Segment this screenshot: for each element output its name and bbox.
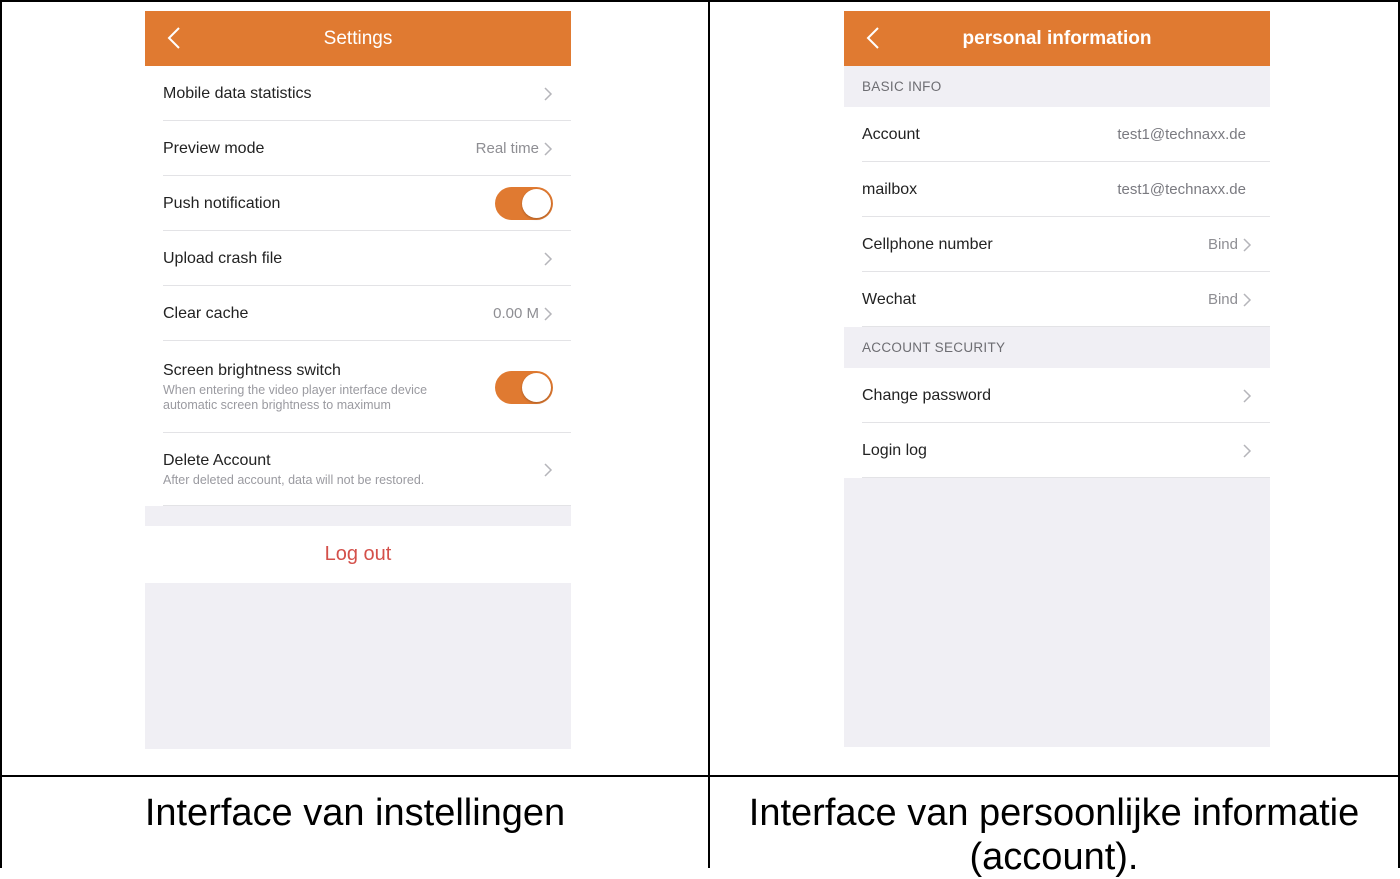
section-header-basic-info: BASIC INFO — [844, 66, 1270, 107]
table-cell-caption-right: Interface van persoonlijke informatie (a… — [708, 775, 1400, 878]
caption-left: Interface van instellingen — [144, 792, 566, 834]
row-label: Cellphone number — [862, 235, 993, 253]
row-label: Screen brightness switch — [163, 361, 341, 379]
row-value: Bind — [1207, 291, 1238, 308]
info-row-mailbox: mailbox test1@technaxx.de — [844, 162, 1270, 217]
basic-info-list: Account test1@technaxx.de mailbox test1@… — [844, 107, 1270, 327]
settings-row-preview-mode[interactable]: Preview mode Real time — [145, 121, 571, 176]
row-label: Push notification — [163, 194, 281, 212]
chevron-right-icon — [544, 141, 553, 156]
caption-right: Interface van persoonlijke informatie (a… — [748, 792, 1360, 878]
security-list: Change password Login log — [844, 368, 1270, 478]
row-label: Wechat — [862, 290, 916, 308]
row-label: Clear cache — [163, 304, 249, 322]
row-value: Bind — [1207, 236, 1238, 253]
personal-navbar: personal information — [844, 11, 1270, 66]
chevron-left-icon — [167, 27, 180, 49]
settings-row-upload-crash[interactable]: Upload crash file — [145, 231, 571, 286]
row-value: test1@technaxx.de — [1117, 181, 1246, 198]
settings-row-clear-cache[interactable]: Clear cache 0.00 M — [145, 286, 571, 341]
info-row-cellphone[interactable]: Cellphone number Bind — [844, 217, 1270, 272]
row-label: Delete Account — [163, 451, 271, 469]
chevron-right-icon — [544, 86, 553, 101]
row-label: mailbox — [862, 180, 918, 198]
row-value: 0.00 M — [493, 305, 539, 322]
row-label: Account — [862, 125, 920, 143]
settings-screen: Settings Mobile data statistics Preview … — [145, 11, 571, 749]
chevron-right-icon — [1243, 237, 1252, 252]
chevron-left-icon — [866, 27, 879, 49]
personal-info-screen: personal information BASIC INFO Account … — [844, 11, 1270, 747]
security-row-change-password[interactable]: Change password — [844, 368, 1270, 423]
row-label: Upload crash file — [163, 249, 283, 267]
chevron-right-icon — [544, 306, 553, 321]
settings-row-push-notification: Push notification — [145, 176, 571, 231]
row-description: After deleted account, data will not be … — [163, 472, 425, 487]
chevron-right-icon — [1243, 443, 1252, 458]
row-description: When entering the video player interface… — [163, 382, 428, 412]
chevron-right-icon — [1243, 388, 1252, 403]
settings-navbar: Settings — [145, 11, 571, 66]
chevron-right-icon — [1243, 292, 1252, 307]
row-label: Change password — [862, 386, 991, 404]
chevron-right-icon — [544, 251, 553, 266]
row-label: Preview mode — [163, 139, 265, 157]
row-value: test1@technaxx.de — [1117, 126, 1246, 143]
page-title: Settings — [323, 27, 393, 49]
settings-row-brightness: Screen brightness switch When entering t… — [145, 341, 571, 433]
security-row-login-log[interactable]: Login log — [844, 423, 1270, 478]
brightness-toggle[interactable] — [495, 370, 553, 404]
row-label: Login log — [862, 441, 927, 459]
row-label: Mobile data statistics — [163, 84, 312, 102]
page-title: personal information — [962, 27, 1152, 49]
settings-row-mobile-data[interactable]: Mobile data statistics — [145, 66, 571, 121]
section-header-account-security: ACCOUNT SECURITY — [844, 327, 1270, 368]
settings-list: Mobile data statistics Preview mode Real… — [145, 66, 571, 506]
logout-button[interactable]: Log out — [145, 526, 571, 583]
table-cell-caption-left: Interface van instellingen — [0, 775, 710, 868]
back-button[interactable] — [858, 21, 888, 55]
info-row-wechat[interactable]: Wechat Bind — [844, 272, 1270, 327]
push-notification-toggle[interactable] — [495, 187, 553, 220]
back-button[interactable] — [159, 21, 189, 55]
toggle-knob — [522, 372, 551, 402]
section-spacer — [145, 506, 571, 526]
toggle-knob — [522, 189, 551, 218]
info-row-account: Account test1@technaxx.de — [844, 107, 1270, 162]
settings-row-delete-account[interactable]: Delete Account After deleted account, da… — [145, 433, 571, 506]
chevron-right-icon — [544, 462, 553, 477]
row-value: Real time — [475, 140, 539, 157]
